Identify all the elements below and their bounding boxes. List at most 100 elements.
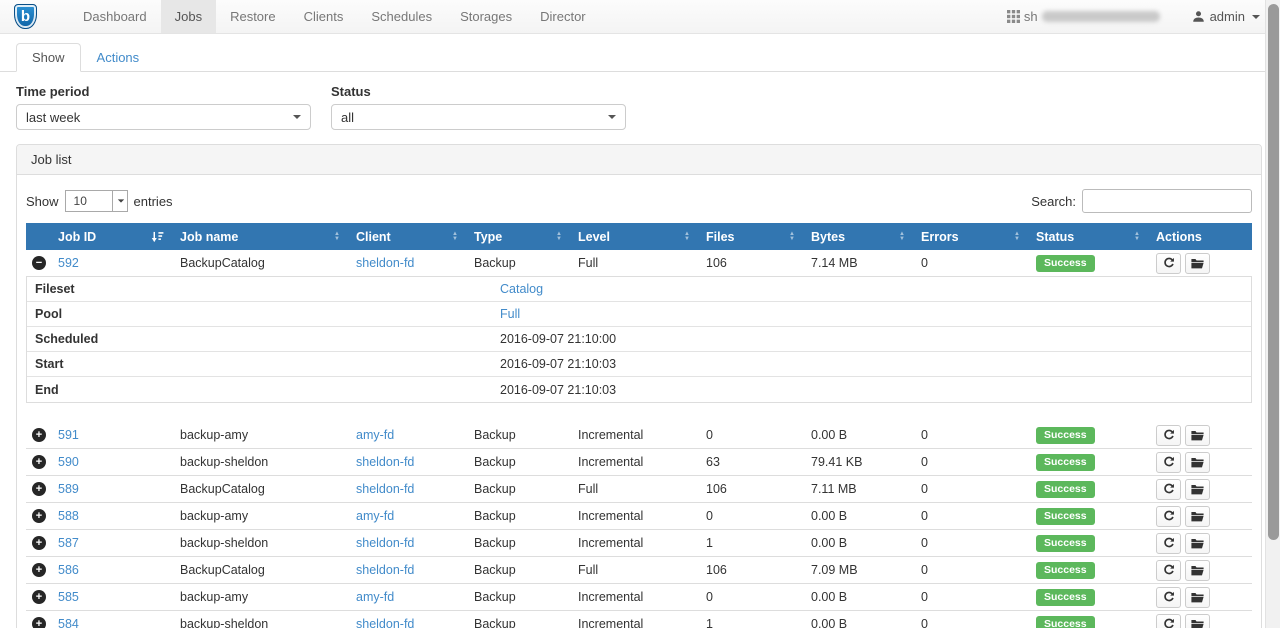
- folder-icon: [1191, 592, 1204, 603]
- rerun-icon: [1163, 618, 1175, 628]
- client-link[interactable]: sheldon-fd: [356, 256, 414, 270]
- client-link[interactable]: amy-fd: [356, 509, 394, 523]
- column-header-bytes[interactable]: Bytes▲▼: [803, 223, 913, 250]
- client-link[interactable]: sheldon-fd: [356, 482, 414, 496]
- tab-show[interactable]: Show: [16, 43, 81, 72]
- job-id-link[interactable]: 591: [58, 428, 79, 442]
- expand-toggle-button[interactable]: +: [32, 617, 46, 628]
- restore-job-button[interactable]: [1185, 506, 1210, 527]
- navbar-item-restore[interactable]: Restore: [216, 0, 290, 33]
- restore-job-button[interactable]: [1185, 452, 1210, 473]
- column-header[interactable]: [26, 223, 50, 250]
- rerun-job-button[interactable]: [1156, 425, 1181, 446]
- status-label: Status: [331, 84, 626, 99]
- errors-cell: 0: [913, 590, 1028, 604]
- column-header-errors[interactable]: Errors▲▼: [913, 223, 1028, 250]
- hostname-redacted: [1042, 11, 1160, 22]
- client-link[interactable]: amy-fd: [356, 428, 394, 442]
- rerun-job-button[interactable]: [1156, 452, 1181, 473]
- job-id-link[interactable]: 585: [58, 590, 79, 604]
- expand-toggle-button[interactable]: −: [32, 256, 46, 270]
- rerun-job-button[interactable]: [1156, 506, 1181, 527]
- job-id-link[interactable]: 592: [58, 256, 79, 270]
- folder-icon: [1191, 258, 1204, 269]
- rerun-job-button[interactable]: [1156, 614, 1181, 628]
- rerun-job-button[interactable]: [1156, 253, 1181, 274]
- bareos-logo-icon: b: [14, 4, 37, 29]
- level-cell: Incremental: [570, 617, 698, 628]
- files-cell: 1: [698, 536, 803, 550]
- pool-link[interactable]: Full: [500, 307, 520, 321]
- navbar-item-dashboard[interactable]: Dashboard: [69, 0, 161, 33]
- errors-cell: 0: [913, 455, 1028, 469]
- client-link[interactable]: amy-fd: [356, 590, 394, 604]
- chevron-down-icon: [293, 115, 301, 119]
- navbar-item-storages[interactable]: Storages: [446, 0, 526, 33]
- detail-row-scheduled: Scheduled 2016-09-07 21:10:00: [27, 327, 1251, 352]
- column-header-client[interactable]: Client▲▼: [348, 223, 466, 250]
- restore-job-button[interactable]: [1185, 479, 1210, 500]
- job-id-link[interactable]: 589: [58, 482, 79, 496]
- restore-job-button[interactable]: [1185, 425, 1210, 446]
- expand-toggle-button[interactable]: +: [32, 563, 46, 577]
- navbar-item-clients[interactable]: Clients: [290, 0, 358, 33]
- navbar-item-jobs[interactable]: Jobs: [161, 0, 216, 33]
- bytes-cell: 0.00 B: [803, 617, 913, 628]
- rerun-icon: [1163, 510, 1175, 522]
- restore-job-button[interactable]: [1185, 560, 1210, 581]
- column-header-status[interactable]: Status▲▼: [1028, 223, 1148, 250]
- column-header-type[interactable]: Type▲▼: [466, 223, 570, 250]
- top-navbar: b DashboardJobsRestoreClientsSchedulesSt…: [0, 0, 1280, 34]
- column-header-files[interactable]: Files▲▼: [698, 223, 803, 250]
- job-id-link[interactable]: 590: [58, 455, 79, 469]
- job-id-link[interactable]: 584: [58, 617, 79, 628]
- fileset-link[interactable]: Catalog: [500, 282, 543, 296]
- expand-toggle-button[interactable]: +: [32, 536, 46, 550]
- sort-icon: ▲▼: [783, 232, 795, 242]
- level-cell: Full: [570, 256, 698, 270]
- navbar-item-schedules[interactable]: Schedules: [357, 0, 446, 33]
- restore-job-button[interactable]: [1185, 614, 1210, 628]
- client-link[interactable]: sheldon-fd: [356, 536, 414, 550]
- client-link[interactable]: sheldon-fd: [356, 563, 414, 577]
- actions-cell: [1148, 452, 1252, 473]
- rerun-job-button[interactable]: [1156, 479, 1181, 500]
- navbar-item-director[interactable]: Director: [526, 0, 600, 33]
- job-id-link[interactable]: 588: [58, 509, 79, 523]
- folder-icon: [1191, 619, 1204, 628]
- expand-toggle-button[interactable]: +: [32, 482, 46, 496]
- entries-per-page-select[interactable]: 10: [65, 190, 128, 212]
- restore-job-button[interactable]: [1185, 587, 1210, 608]
- bytes-cell: 7.09 MB: [803, 563, 913, 577]
- chevron-down-icon: [608, 115, 616, 119]
- rerun-job-button[interactable]: [1156, 560, 1181, 581]
- tab-actions[interactable]: Actions: [81, 43, 156, 72]
- column-header-job-id[interactable]: Job ID: [50, 223, 172, 250]
- expand-toggle-button[interactable]: +: [32, 428, 46, 442]
- job-id-link[interactable]: 586: [58, 563, 79, 577]
- actions-cell: [1148, 587, 1252, 608]
- expand-toggle-button[interactable]: +: [32, 509, 46, 523]
- vertical-scrollbar[interactable]: [1265, 0, 1280, 628]
- job-row: + 587 backup-sheldon sheldon-fd Backup I…: [26, 530, 1252, 557]
- rerun-job-button[interactable]: [1156, 533, 1181, 554]
- user-menu[interactable]: admin: [1192, 9, 1260, 24]
- expand-toggle-button[interactable]: +: [32, 590, 46, 604]
- expand-toggle-button[interactable]: +: [32, 455, 46, 469]
- navbar-right: sh admin: [1007, 0, 1260, 33]
- restore-job-button[interactable]: [1185, 253, 1210, 274]
- client-link[interactable]: sheldon-fd: [356, 617, 414, 628]
- rerun-job-button[interactable]: [1156, 587, 1181, 608]
- column-header-actions[interactable]: Actions: [1148, 223, 1252, 250]
- time-period-select[interactable]: last week: [16, 104, 311, 130]
- restore-job-button[interactable]: [1185, 533, 1210, 554]
- brand[interactable]: b: [0, 0, 51, 33]
- column-header-level[interactable]: Level▲▼: [570, 223, 698, 250]
- files-cell: 0: [698, 428, 803, 442]
- column-header-job-name[interactable]: Job name▲▼: [172, 223, 348, 250]
- status-select[interactable]: all: [331, 104, 626, 130]
- scrollbar-thumb[interactable]: [1268, 4, 1279, 540]
- job-id-link[interactable]: 587: [58, 536, 79, 550]
- search-input[interactable]: [1082, 189, 1252, 213]
- client-link[interactable]: sheldon-fd: [356, 455, 414, 469]
